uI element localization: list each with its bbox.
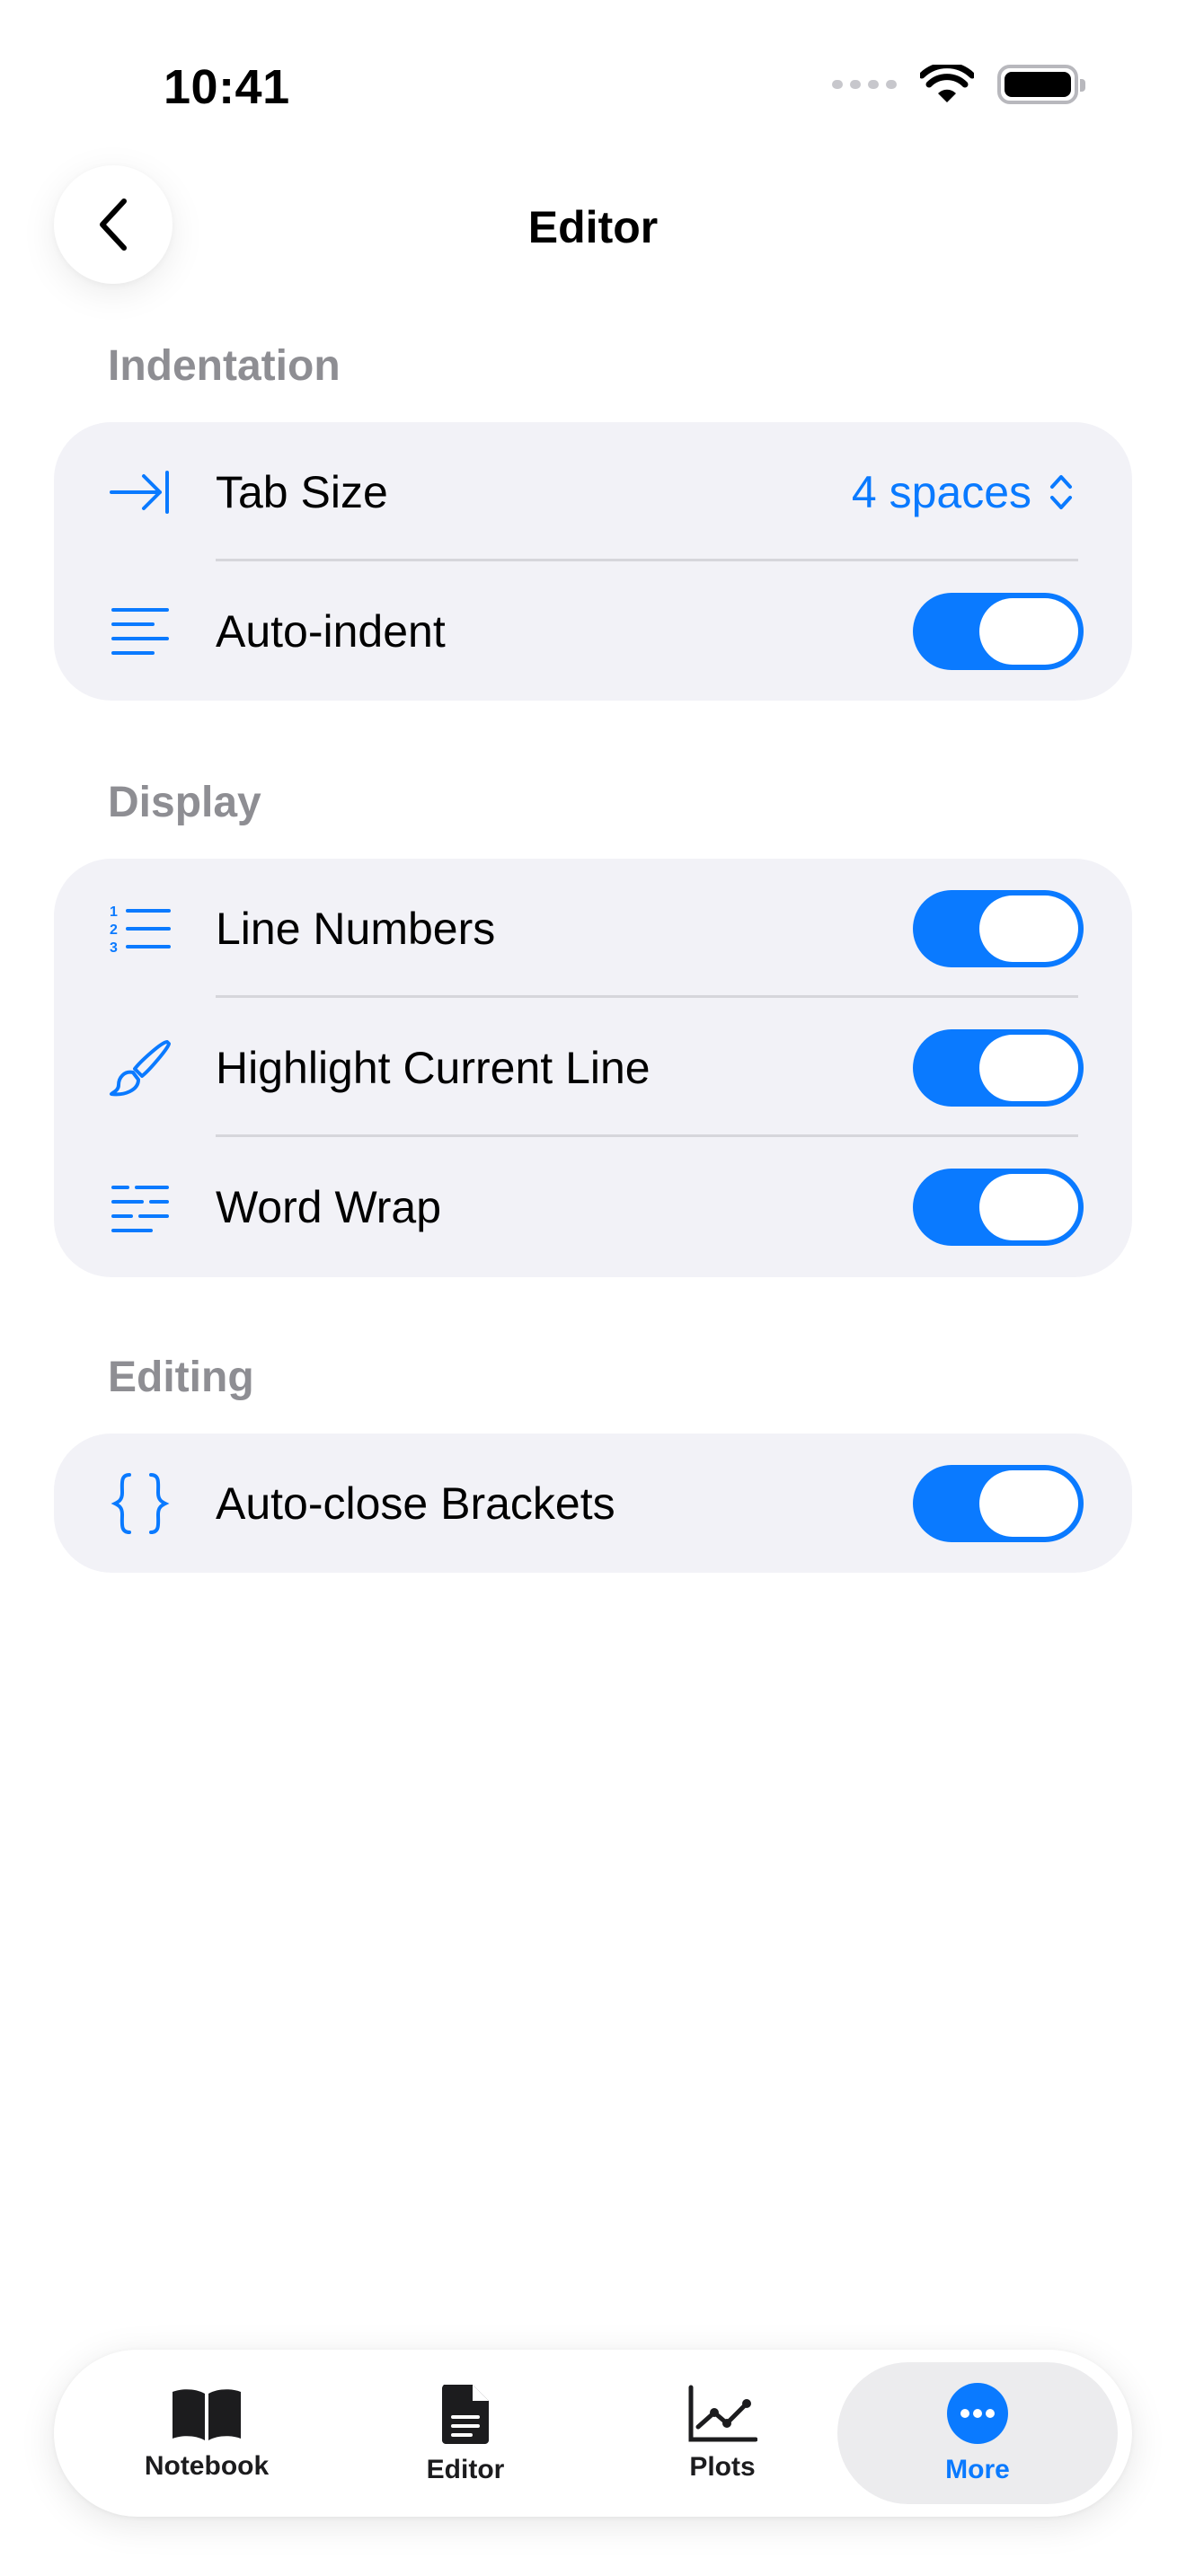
indentation-group: Tab Size 4 spaces Auto-indent	[54, 422, 1132, 701]
row-line-numbers: 1 2 3 Line Numbers	[54, 859, 1132, 998]
row-tab-size[interactable]: Tab Size 4 spaces	[54, 422, 1132, 561]
svg-text:1: 1	[110, 904, 118, 920]
row-label: Auto-indent	[216, 605, 446, 657]
tab-label: Notebook	[144, 2451, 270, 2481]
document-icon	[442, 2385, 489, 2444]
row-label: Tab Size	[216, 466, 388, 517]
chevron-up-down-icon	[1050, 474, 1072, 509]
tab-bar: Notebook Editor Plots More	[54, 2350, 1132, 2517]
word-wrap-toggle[interactable]	[913, 1168, 1084, 1246]
auto-indent-toggle[interactable]	[913, 592, 1084, 670]
row-label: Auto-close Brackets	[216, 1478, 615, 1529]
tab-editor[interactable]: Editor	[340, 2362, 591, 2504]
svg-text:3: 3	[110, 940, 118, 956]
highlight-current-line-toggle[interactable]	[913, 1028, 1084, 1107]
tab-more[interactable]: More	[837, 2362, 1118, 2504]
row-auto-indent: Auto-indent	[54, 561, 1132, 701]
cellular-signal-icon	[832, 80, 897, 89]
section-header-display: Display	[108, 779, 261, 826]
svg-text:2: 2	[110, 922, 118, 938]
curly-braces-icon	[108, 1471, 173, 1536]
row-word-wrap: Word Wrap	[54, 1137, 1132, 1276]
status-indicators	[832, 65, 1085, 104]
tab-size-picker[interactable]: 4 spaces	[852, 466, 1075, 518]
tab-notebook[interactable]: Notebook	[81, 2362, 332, 2504]
tab-arrow-icon	[108, 460, 173, 525]
tab-label: More	[945, 2455, 1010, 2484]
status-time: 10:41	[164, 60, 290, 114]
row-auto-close-brackets: Auto-close Brackets	[54, 1434, 1132, 1573]
tab-size-value: 4 spaces	[851, 466, 1031, 517]
battery-icon	[997, 65, 1085, 104]
row-highlight-current-line: Highlight Current Line	[54, 998, 1132, 1137]
editing-group: Auto-close Brackets	[54, 1434, 1132, 1573]
page-title: Editor	[527, 202, 659, 252]
section-header-indentation: Indentation	[108, 342, 341, 390]
word-wrap-icon	[108, 1175, 173, 1239]
tab-plots[interactable]: Plots	[597, 2362, 848, 2504]
row-label: Word Wrap	[216, 1181, 442, 1232]
row-label: Highlight Current Line	[216, 1042, 651, 1093]
wifi-icon	[920, 65, 974, 102]
line-chart-icon	[688, 2385, 757, 2442]
tab-label: Plots	[689, 2452, 756, 2482]
auto-close-brackets-toggle[interactable]	[913, 1464, 1084, 1542]
display-group: 1 2 3 Line Numbers Highlight Current Lin…	[54, 859, 1132, 1277]
text-align-left-icon	[108, 599, 173, 664]
numbered-list-icon: 1 2 3	[108, 896, 173, 961]
tab-label: Editor	[426, 2455, 505, 2484]
paintbrush-icon	[108, 1036, 173, 1100]
ellipsis-circle-icon	[947, 2383, 1008, 2444]
section-header-editing: Editing	[108, 1354, 254, 1401]
settings-editor-screen: 10:41 Editor Indentation Tab Size 4 spac…	[0, 0, 1186, 2576]
line-numbers-toggle[interactable]	[913, 889, 1084, 967]
row-label: Line Numbers	[216, 903, 496, 954]
book-icon	[173, 2389, 241, 2440]
